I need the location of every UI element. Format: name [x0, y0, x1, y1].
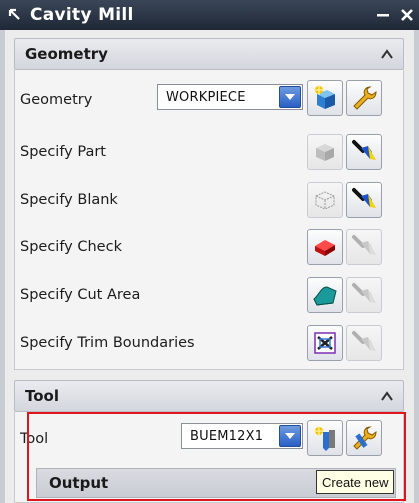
output-section-title: Output — [49, 474, 109, 492]
select-part-button[interactable] — [307, 134, 343, 170]
tool-select[interactable]: BUEM12X1 — [181, 423, 303, 449]
tool-row: Tool — [20, 421, 48, 457]
geometry-select[interactable]: WORKPIECE — [157, 84, 303, 110]
geometry-label: Geometry — [20, 92, 93, 108]
geometry-select-value: WORKPIECE — [166, 89, 246, 105]
tool-label: Tool — [20, 431, 49, 447]
specify-check-row: Specify Check — [20, 229, 122, 265]
new-tool-icon — [314, 426, 335, 451]
blank-wireframe-icon — [315, 191, 335, 210]
display-check-button[interactable] — [346, 229, 382, 265]
select-trim-boundaries-button[interactable] — [307, 325, 343, 361]
display-blank-button[interactable] — [346, 182, 382, 218]
specify-cut-area-row: Specify Cut Area — [20, 277, 140, 313]
geometry-section-title: Geometry — [25, 45, 108, 63]
dialog-arrow-icon — [0, 0, 30, 30]
check-body-icon — [315, 240, 335, 256]
geometry-section-header[interactable]: Geometry — [14, 38, 404, 70]
edit-geometry-button[interactable] — [346, 80, 382, 116]
specify-cut-area-label: Specify Cut Area — [20, 287, 141, 303]
collapse-caret-icon[interactable] — [379, 46, 395, 62]
specify-part-row: Specify Part — [20, 134, 106, 170]
collapse-caret-icon[interactable] — [379, 388, 395, 404]
tool-section-header[interactable]: Tool — [14, 380, 404, 412]
close-button[interactable] — [395, 2, 419, 28]
specify-part-label: Specify Part — [20, 144, 106, 160]
select-check-button[interactable] — [307, 229, 343, 265]
trim-boundary-icon — [314, 332, 336, 354]
flashlight-disabled-icon — [352, 331, 376, 351]
title-bar: Cavity Mill — [0, 0, 419, 30]
specify-blank-row: Specify Blank — [20, 182, 118, 218]
specify-blank-label: Specify Blank — [20, 192, 118, 208]
chevron-down-icon[interactable] — [279, 86, 301, 108]
tool-section-title: Tool — [25, 387, 59, 405]
display-trim-boundaries-button[interactable] — [346, 325, 382, 361]
chevron-down-icon[interactable] — [279, 425, 301, 447]
edit-tool-button[interactable] — [346, 420, 382, 456]
geometry-row: Geometry — [20, 82, 92, 118]
select-cut-area-button[interactable] — [307, 277, 343, 313]
flashlight-disabled-icon — [352, 235, 376, 255]
select-blank-button[interactable] — [307, 182, 343, 218]
window-title: Cavity Mill — [30, 5, 134, 25]
specify-trim-boundaries-label: Specify Trim Boundaries — [20, 335, 195, 351]
specify-check-label: Specify Check — [20, 239, 122, 255]
new-geometry-button[interactable] — [307, 80, 343, 116]
display-cut-area-button[interactable] — [346, 277, 382, 313]
flashlight-disabled-icon — [352, 283, 376, 303]
create-new-tooltip: Create new — [316, 470, 395, 494]
tool-settings-icon — [353, 426, 377, 450]
tool-select-value: BUEM12X1 — [190, 428, 264, 444]
flashlight-icon — [352, 188, 376, 208]
flashlight-icon — [352, 140, 376, 160]
create-new-tool-button[interactable] — [307, 420, 343, 456]
minimize-button[interactable] — [371, 2, 395, 28]
part-block-icon — [316, 144, 334, 161]
specify-trim-boundaries-row: Specify Trim Boundaries — [20, 325, 195, 361]
display-part-button[interactable] — [346, 134, 382, 170]
wrench-icon — [353, 86, 377, 110]
new-geometry-icon — [314, 85, 335, 109]
cut-area-surface-icon — [313, 286, 337, 306]
